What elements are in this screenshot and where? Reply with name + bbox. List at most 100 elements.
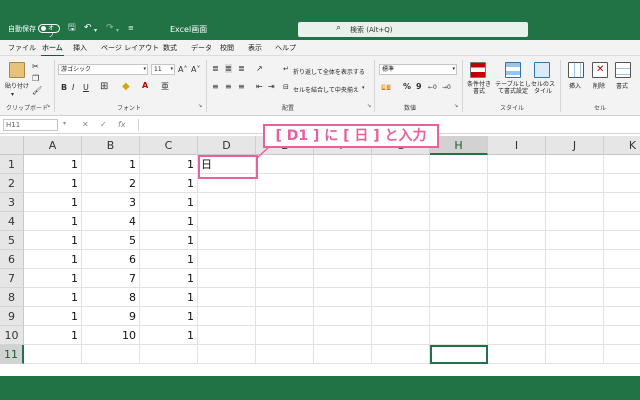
- cell-d5[interactable]: [198, 231, 256, 250]
- conditional-formatting-icon[interactable]: [470, 62, 486, 78]
- cell-e8[interactable]: [256, 288, 314, 307]
- orientation-icon[interactable]: ↗: [256, 64, 263, 73]
- row-header-2[interactable]: 2: [0, 174, 24, 193]
- decrease-decimal-icon[interactable]: →0: [442, 83, 451, 92]
- cell-k1[interactable]: [604, 155, 640, 174]
- align-right-icon[interactable]: ≡: [238, 82, 245, 91]
- cell-f2[interactable]: [314, 174, 372, 193]
- insert-cells-label[interactable]: 挿入: [569, 81, 581, 90]
- increase-indent-icon[interactable]: ⇥: [268, 82, 275, 91]
- cell-g10[interactable]: [372, 326, 430, 345]
- percent-icon[interactable]: %: [403, 82, 411, 91]
- cell-f9[interactable]: [314, 307, 372, 326]
- align-bottom-icon[interactable]: ≣: [238, 64, 245, 73]
- cell-h6[interactable]: [430, 250, 488, 269]
- cell-b10[interactable]: 10: [82, 326, 140, 345]
- cell-h10[interactable]: [430, 326, 488, 345]
- cell-e1[interactable]: [256, 155, 314, 174]
- italic-icon[interactable]: I: [72, 83, 74, 92]
- accounting-format-icon[interactable]: 💴: [381, 83, 391, 92]
- phonetic-icon[interactable]: 亜: [161, 82, 169, 91]
- cell-a5[interactable]: 1: [24, 231, 82, 250]
- cell-b9[interactable]: 9: [82, 307, 140, 326]
- cell-k2[interactable]: [604, 174, 640, 193]
- cell-f8[interactable]: [314, 288, 372, 307]
- cell-i11[interactable]: [488, 345, 546, 364]
- borders-icon[interactable]: ⊞: [100, 82, 108, 92]
- cell-f1[interactable]: [314, 155, 372, 174]
- cell-g3[interactable]: [372, 193, 430, 212]
- cell-k9[interactable]: [604, 307, 640, 326]
- cell-e9[interactable]: [256, 307, 314, 326]
- insert-cells-icon[interactable]: [568, 62, 584, 78]
- cell-d8[interactable]: [198, 288, 256, 307]
- cell-b11[interactable]: [82, 345, 140, 364]
- undo-icon[interactable]: ↶: [84, 24, 92, 33]
- tab-insert[interactable]: 挿入: [73, 43, 87, 53]
- cell-a7[interactable]: 1: [24, 269, 82, 288]
- cell-b2[interactable]: 2: [82, 174, 140, 193]
- cell-b3[interactable]: 3: [82, 193, 140, 212]
- cell-i1[interactable]: [488, 155, 546, 174]
- column-header-j[interactable]: J: [546, 136, 604, 155]
- tab-home[interactable]: ホーム: [41, 43, 64, 57]
- wrap-text-label[interactable]: 折り返して全体を表示する: [293, 67, 365, 76]
- cell-a2[interactable]: 1: [24, 174, 82, 193]
- cell-c8[interactable]: 1: [140, 288, 198, 307]
- redo-dropdown-icon[interactable]: ▾: [116, 26, 119, 35]
- shrink-font-icon[interactable]: A˅: [191, 65, 200, 74]
- cell-f5[interactable]: [314, 231, 372, 250]
- cell-e2[interactable]: [256, 174, 314, 193]
- cell-a11[interactable]: [24, 345, 82, 364]
- format-cells-label[interactable]: 書式: [616, 81, 628, 90]
- row-header-3[interactable]: 3: [0, 193, 24, 212]
- cell-j11[interactable]: [546, 345, 604, 364]
- cell-g8[interactable]: [372, 288, 430, 307]
- autosave-toggle[interactable]: オフ: [38, 24, 60, 39]
- cell-c2[interactable]: 1: [140, 174, 198, 193]
- cell-g2[interactable]: [372, 174, 430, 193]
- comma-style-icon[interactable]: 9: [416, 82, 422, 91]
- format-painter-icon[interactable]: 🖌: [32, 86, 42, 95]
- cell-g5[interactable]: [372, 231, 430, 250]
- align-middle-icon[interactable]: ≣: [225, 64, 232, 73]
- row-header-7[interactable]: 7: [0, 269, 24, 288]
- tab-view[interactable]: 表示: [248, 43, 262, 53]
- cell-j2[interactable]: [546, 174, 604, 193]
- cell-h8[interactable]: [430, 288, 488, 307]
- cell-k10[interactable]: [604, 326, 640, 345]
- cell-j5[interactable]: [546, 231, 604, 250]
- font-launcher-icon[interactable]: ↘: [198, 102, 202, 111]
- format-cells-icon[interactable]: [615, 62, 631, 78]
- cell-e5[interactable]: [256, 231, 314, 250]
- cell-g1[interactable]: [372, 155, 430, 174]
- row-header-4[interactable]: 4: [0, 212, 24, 231]
- cell-k5[interactable]: [604, 231, 640, 250]
- cell-h4[interactable]: [430, 212, 488, 231]
- grow-font-icon[interactable]: A˄: [178, 65, 187, 74]
- cell-h5[interactable]: [430, 231, 488, 250]
- format-as-table-icon[interactable]: [505, 62, 521, 78]
- cell-i3[interactable]: [488, 193, 546, 212]
- font-color-icon[interactable]: A: [142, 81, 148, 90]
- insert-function-icon[interactable]: fx: [118, 120, 126, 129]
- format-as-table-label[interactable]: テーブルとして書式設定: [494, 81, 532, 95]
- bold-icon[interactable]: B: [61, 83, 67, 92]
- paste-label[interactable]: 貼り付け: [5, 81, 29, 90]
- cell-c11[interactable]: [140, 345, 198, 364]
- cell-a8[interactable]: 1: [24, 288, 82, 307]
- cell-j9[interactable]: [546, 307, 604, 326]
- cell-h7[interactable]: [430, 269, 488, 288]
- row-header-9[interactable]: 9: [0, 307, 24, 326]
- save-icon[interactable]: 🖫: [68, 24, 76, 33]
- cell-j8[interactable]: [546, 288, 604, 307]
- paste-dropdown-icon[interactable]: ▾: [11, 90, 14, 99]
- cell-f4[interactable]: [314, 212, 372, 231]
- paste-icon[interactable]: [9, 62, 25, 78]
- decrease-indent-icon[interactable]: ⇤: [256, 82, 263, 91]
- cell-i8[interactable]: [488, 288, 546, 307]
- cell-e11[interactable]: [256, 345, 314, 364]
- cell-a3[interactable]: 1: [24, 193, 82, 212]
- column-header-c[interactable]: C: [140, 136, 198, 155]
- column-header-b[interactable]: B: [82, 136, 140, 155]
